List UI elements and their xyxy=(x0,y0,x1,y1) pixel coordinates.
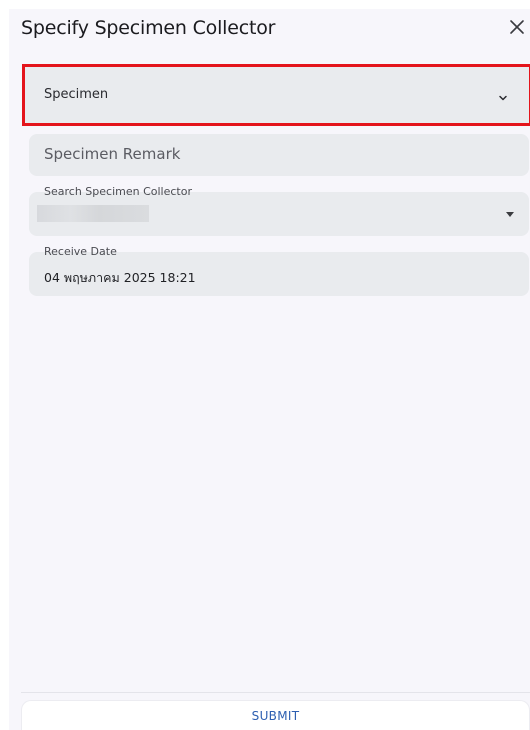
close-icon xyxy=(510,20,524,34)
specimen-remark-placeholder: Specimen Remark xyxy=(44,145,181,163)
footer-divider xyxy=(21,692,530,693)
close-button[interactable] xyxy=(508,18,526,36)
submit-button-label: SUBMIT xyxy=(251,709,300,723)
receive-date-value: 04 พฤษภาคม 2025 18:21 xyxy=(44,270,196,285)
receive-date-label: Receive Date xyxy=(44,245,117,258)
specimen-collector-label: Search Specimen Collector xyxy=(44,185,192,198)
submit-button[interactable]: SUBMIT xyxy=(21,700,530,730)
caret-down-icon[interactable] xyxy=(506,212,514,217)
dialog-title: Specify Specimen Collector xyxy=(21,17,276,39)
specimen-collector-value-redacted xyxy=(37,205,149,222)
specimen-select-value: Specimen xyxy=(44,87,109,102)
chevron-down-icon xyxy=(497,89,509,101)
